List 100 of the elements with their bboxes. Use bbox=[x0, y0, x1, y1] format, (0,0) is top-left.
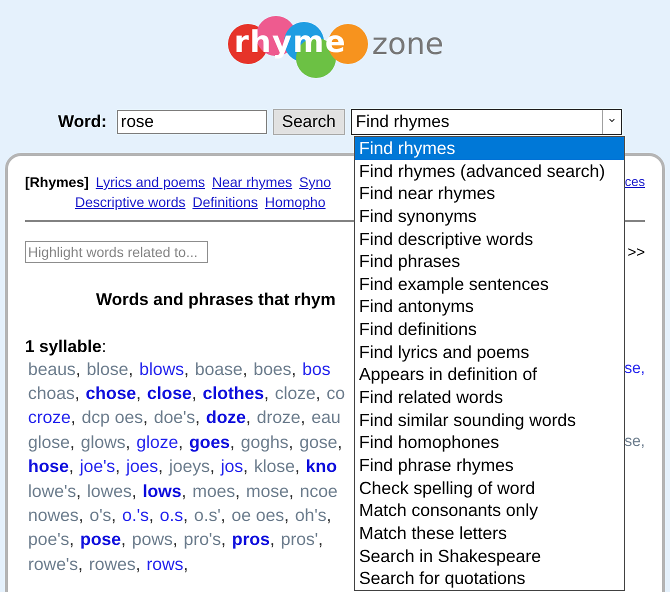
dropdown-option[interactable]: Match these letters bbox=[355, 522, 624, 545]
nav-link[interactable]: Definitions bbox=[192, 194, 258, 210]
search-type-select[interactable]: Find rhymes ⌄ bbox=[350, 109, 622, 135]
rhyme-word[interactable]: joe's bbox=[80, 456, 116, 476]
separator: , bbox=[235, 480, 240, 501]
rhyme-word[interactable]: lowes bbox=[86, 480, 132, 501]
rhyme-word[interactable]: choas bbox=[28, 383, 75, 404]
rhyme-word[interactable]: blose bbox=[86, 358, 128, 379]
search-button[interactable]: Search bbox=[272, 109, 345, 135]
rhyme-word[interactable]: rowe's bbox=[28, 554, 78, 574]
separator: , bbox=[128, 358, 134, 379]
dropdown-option[interactable]: Find synonyms bbox=[355, 204, 624, 228]
rhyme-word[interactable]: o.s' bbox=[194, 505, 221, 526]
rhyme-word[interactable]: nowes bbox=[28, 505, 79, 526]
rhyme-word[interactable]: rows bbox=[146, 554, 184, 574]
dropdown-option[interactable]: Find lyrics and poems bbox=[355, 340, 624, 364]
dropdown-option[interactable]: Find phrases bbox=[355, 250, 624, 273]
nav-link[interactable]: Syno bbox=[299, 174, 332, 190]
rhyme-word[interactable]: cloze bbox=[274, 383, 316, 404]
rhyme-word[interactable]: poe's bbox=[28, 529, 70, 550]
separator: , bbox=[158, 456, 164, 476]
rhyme-word[interactable]: glows bbox=[80, 432, 126, 452]
separator: , bbox=[70, 432, 75, 452]
rhyme-word[interactable]: glose bbox=[28, 432, 70, 452]
nav-link[interactable]: ces bbox=[624, 174, 645, 190]
nav-link[interactable]: Descriptive words bbox=[75, 194, 186, 210]
rhyme-word[interactable]: boase bbox=[194, 358, 243, 379]
separator: , bbox=[136, 383, 142, 404]
rhyme-word[interactable]: hose bbox=[28, 456, 69, 476]
nav-link[interactable]: Lyrics and poems bbox=[96, 174, 205, 190]
nav-link[interactable]: Near rhymes bbox=[212, 174, 292, 190]
rhyme-word[interactable]: beaus bbox=[28, 358, 76, 379]
rhyme-word[interactable]: co bbox=[326, 383, 346, 404]
more-link[interactable]: >> bbox=[627, 244, 645, 260]
dropdown-option[interactable]: Find near rhymes bbox=[355, 182, 624, 205]
rhyme-word[interactable]: clothes bbox=[202, 383, 264, 404]
dropdown-option[interactable]: Appears in definition of bbox=[355, 363, 624, 386]
rhyme-word[interactable]: gose bbox=[299, 432, 338, 452]
rhyme-word[interactable]: goghs bbox=[240, 432, 288, 452]
separator: , bbox=[284, 505, 289, 526]
separator: , bbox=[132, 480, 137, 501]
separator: , bbox=[69, 529, 74, 550]
dropdown-option[interactable]: Find related words bbox=[355, 386, 624, 409]
rhyme-word[interactable]: o's bbox=[89, 505, 112, 526]
rhyme-word[interactable]: blows bbox=[139, 358, 184, 379]
rhyme-word[interactable]: boes bbox=[253, 358, 292, 379]
colon: : bbox=[102, 337, 106, 356]
rhyme-word[interactable]: joes bbox=[126, 456, 158, 476]
highlight-field[interactable]: Highlight words related to... bbox=[25, 241, 208, 263]
rhyme-word[interactable]: lowe's bbox=[28, 480, 76, 501]
rhyme-word[interactable]: oe oes bbox=[232, 505, 284, 526]
nav-link[interactable]: [Rhymes] bbox=[25, 174, 89, 190]
dropdown-option[interactable]: Find rhymes (advanced search) bbox=[355, 160, 624, 182]
rhyme-word[interactable]: ncoe bbox=[300, 480, 338, 501]
separator: , bbox=[300, 407, 306, 428]
rhyme-word[interactable]: se, bbox=[624, 433, 645, 452]
rhyme-word[interactable]: kno bbox=[306, 456, 337, 476]
rhyme-word[interactable]: pows bbox=[132, 529, 173, 550]
rhyme-word[interactable]: mose bbox=[246, 480, 289, 501]
rhyme-word[interactable]: droze bbox=[256, 407, 301, 428]
rhyme-word[interactable]: pros bbox=[232, 529, 270, 550]
dropdown-option[interactable]: Find similar sounding words bbox=[355, 408, 624, 432]
rhyme-word[interactable]: pose bbox=[80, 529, 122, 550]
word-field[interactable]: rose bbox=[116, 110, 267, 134]
rhyme-word[interactable]: o.'s bbox=[122, 505, 149, 526]
rhyme-word[interactable]: joeys bbox=[169, 456, 210, 476]
dropdown-option[interactable]: Find phrase rhymes bbox=[355, 454, 624, 477]
rhyme-word[interactable]: eau bbox=[311, 407, 341, 428]
dropdown-option[interactable]: Find example sentences bbox=[355, 272, 624, 296]
results-heading: Words and phrases that rhym bbox=[96, 290, 336, 310]
rhyme-word[interactable]: moes bbox=[192, 480, 236, 501]
rhyme-word[interactable]: lows bbox=[142, 480, 182, 501]
separator: , bbox=[291, 358, 296, 379]
dropdown-option[interactable]: Search for quotations bbox=[355, 567, 624, 590]
dropdown-option[interactable]: Find definitions bbox=[355, 318, 624, 341]
rhyme-word[interactable]: pro's bbox=[184, 529, 222, 550]
rhyme-word[interactable]: croze bbox=[28, 407, 71, 428]
nav-link[interactable]: Homopho bbox=[264, 194, 326, 210]
rhyme-word[interactable]: close bbox=[147, 383, 192, 404]
rhyme-word[interactable]: o.s bbox=[160, 505, 184, 526]
dropdown-option[interactable]: Search in Shakespeare bbox=[355, 544, 624, 568]
dropdown-option[interactable]: Find homophones bbox=[355, 431, 624, 454]
dropdown-option[interactable]: Find antonyms bbox=[355, 295, 624, 318]
rhyme-word[interactable]: oh's bbox=[294, 505, 327, 526]
rhyme-word[interactable]: chose bbox=[86, 383, 136, 404]
dropdown-option[interactable]: Match consonants only bbox=[355, 499, 624, 522]
rhyme-word[interactable]: klose bbox=[254, 456, 295, 476]
rhyme-word[interactable]: goes bbox=[189, 432, 230, 452]
rhyme-word[interactable]: doze bbox=[206, 407, 246, 428]
rhyme-word[interactable]: se, bbox=[624, 360, 645, 378]
rhyme-word[interactable]: dcp oes bbox=[82, 407, 143, 428]
dropdown-option[interactable]: Find descriptive words bbox=[355, 228, 624, 250]
rhyme-word[interactable]: pros' bbox=[280, 529, 318, 550]
rhyme-word[interactable]: doe's bbox=[154, 407, 196, 428]
rhyme-word[interactable]: rowes bbox=[88, 554, 136, 574]
dropdown-option[interactable]: Find rhymes bbox=[355, 137, 624, 160]
rhyme-word[interactable]: bos bbox=[302, 358, 331, 379]
rhyme-word[interactable]: gloze bbox=[136, 432, 178, 452]
dropdown-option[interactable]: Check spelling of word bbox=[355, 476, 624, 500]
rhyme-word[interactable]: jos bbox=[220, 456, 244, 476]
